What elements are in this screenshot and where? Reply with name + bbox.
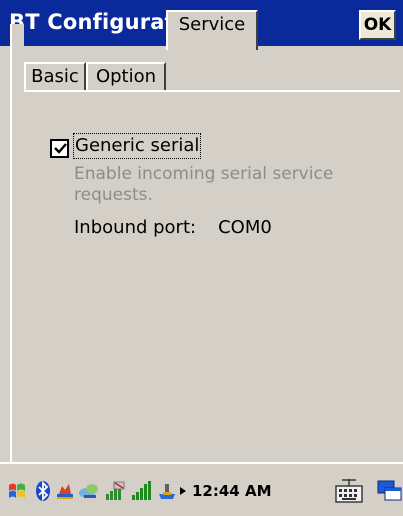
signal-antenna-icon[interactable]: [104, 480, 126, 502]
service-description: Enable incoming serial service requests.: [74, 164, 334, 205]
generic-serial-label[interactable]: Generic serial: [72, 133, 202, 159]
generic-serial-checkbox[interactable]: [50, 139, 69, 158]
usb-icon[interactable]: [54, 480, 76, 502]
tab-option[interactable]: Option: [86, 62, 166, 92]
inbound-port-row: Inbound port: COM0: [74, 216, 272, 240]
taskbar: 12:44 AM: [0, 462, 403, 516]
inbound-port-label: Inbound port:: [74, 217, 197, 238]
tab-service[interactable]: Service: [166, 10, 258, 50]
keyboard-icon[interactable]: [334, 476, 364, 506]
window-frame: [10, 24, 24, 464]
arrow-right-icon[interactable]: [178, 480, 188, 502]
windows-switch-icon[interactable]: [376, 476, 403, 506]
clock[interactable]: 12:44 AM: [192, 480, 272, 502]
bt-configuration-window: BT Configuration OK Basic Option Service…: [0, 0, 403, 516]
bluetooth-icon[interactable]: [32, 480, 54, 502]
signal-bars-icon[interactable]: [130, 480, 152, 502]
inbound-port-value: COM0: [218, 217, 272, 238]
checkmark-icon: [54, 143, 67, 154]
tab-basic[interactable]: Basic: [24, 62, 86, 92]
network-icon[interactable]: [78, 480, 100, 502]
connection-icon[interactable]: [156, 480, 178, 502]
start-flag-icon[interactable]: [6, 480, 28, 502]
ok-button[interactable]: OK: [359, 10, 396, 40]
